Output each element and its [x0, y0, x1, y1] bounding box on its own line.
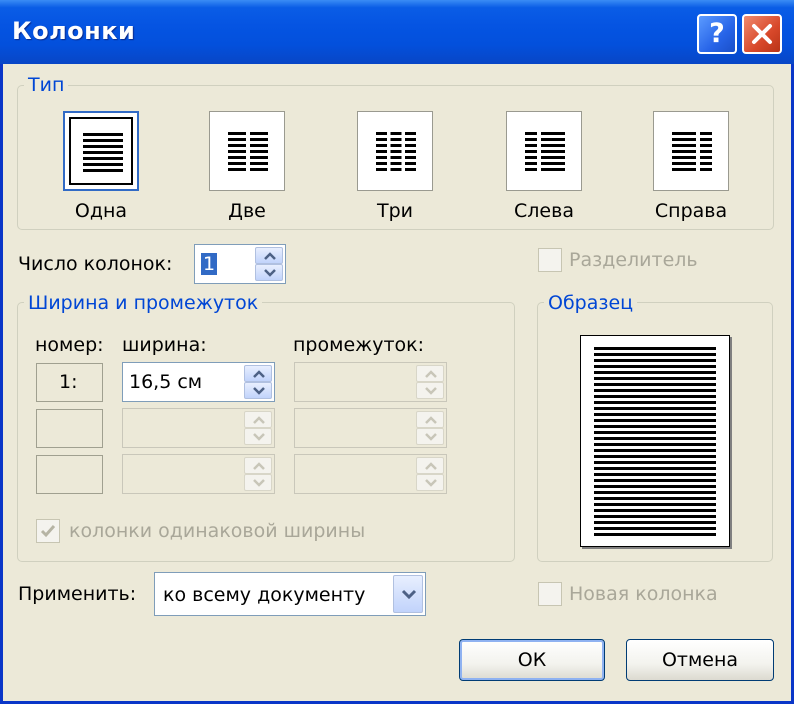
two-columns-icon: [228, 132, 268, 171]
apply-value: ко всему документу: [163, 584, 366, 606]
dialog-title: Колонки: [12, 17, 136, 45]
help-icon: ?: [709, 18, 725, 49]
preview-label: Образец: [544, 292, 638, 314]
cancel-button[interactable]: Отмена: [626, 639, 774, 681]
close-button[interactable]: [742, 14, 782, 54]
spacing-spinner-2[interactable]: [294, 408, 447, 448]
apply-dropdown[interactable]: ко всему документу: [154, 572, 426, 616]
arrow-up-icon: [253, 462, 265, 470]
right-column-icon: [672, 132, 712, 171]
separator-checkbox[interactable]: [538, 248, 562, 272]
arrow-down-icon: [253, 387, 265, 396]
width-1-down[interactable]: [244, 382, 272, 399]
arrow-down-icon: [253, 433, 265, 442]
num-columns-down[interactable]: [255, 264, 283, 281]
width-header: ширина:: [122, 334, 207, 356]
column-number-cell: 1:: [36, 363, 103, 402]
width-spinner-3[interactable]: [122, 454, 275, 494]
type-one-button[interactable]: [63, 111, 139, 191]
type-right-label: Справа: [654, 200, 728, 222]
arrow-down-icon: [425, 387, 437, 396]
type-group-label: Тип: [24, 74, 69, 96]
num-columns-value: 1: [201, 253, 218, 275]
chevron-down-icon: [401, 589, 417, 600]
ok-button[interactable]: ОК: [459, 639, 605, 681]
arrow-up-icon: [425, 416, 437, 424]
one-column-icon: [83, 133, 123, 172]
new-column-label: Новая колонка: [569, 583, 718, 605]
preview-text-lines: [594, 347, 716, 536]
arrow-down-icon: [264, 269, 276, 278]
type-left-button[interactable]: [506, 111, 582, 191]
dropdown-button[interactable]: [393, 575, 423, 613]
arrow-up-icon: [425, 370, 437, 378]
number-header: номер:: [35, 334, 104, 356]
width-spacing-label: Ширина и промежуток: [24, 292, 263, 314]
spacing-header: промежуток:: [293, 334, 425, 356]
arrow-down-icon: [425, 479, 437, 488]
type-two-label: Две: [228, 200, 266, 222]
close-icon: [752, 24, 772, 44]
arrow-up-icon: [264, 252, 276, 260]
arrow-down-icon: [253, 479, 265, 488]
type-three-button[interactable]: [357, 111, 433, 191]
num-columns-spinner[interactable]: 1: [194, 244, 286, 284]
separator-label: Разделитель: [569, 249, 698, 271]
width-spinner-2[interactable]: [122, 408, 275, 448]
title-bar[interactable]: Колонки ?: [0, 0, 794, 64]
width-spinner-1[interactable]: 16,5 см: [122, 362, 275, 402]
spacing-spinner-1[interactable]: [294, 362, 447, 402]
column-number-cell: [36, 455, 103, 494]
arrow-down-icon: [425, 433, 437, 442]
width-1-up[interactable]: [244, 365, 272, 382]
equal-width-label: колонки одинаковой ширины: [69, 520, 366, 542]
help-button[interactable]: ?: [697, 14, 737, 54]
spacing-spinner-3[interactable]: [294, 454, 447, 494]
preview-page: [580, 335, 730, 547]
column-number-cell: [36, 409, 103, 448]
type-one-label: Одна: [74, 200, 128, 222]
arrow-up-icon: [253, 416, 265, 424]
arrow-up-icon: [425, 462, 437, 470]
left-column-icon: [525, 132, 565, 171]
checkmark-icon: [40, 525, 56, 538]
three-columns-icon: [376, 132, 416, 171]
num-columns-label: Число колонок:: [18, 253, 173, 275]
width-value-1: 16,5 см: [129, 371, 203, 393]
apply-label: Применить:: [18, 583, 137, 605]
arrow-up-icon: [253, 370, 265, 378]
type-right-button[interactable]: [653, 111, 729, 191]
new-column-checkbox[interactable]: [538, 582, 562, 606]
equal-width-checkbox[interactable]: [36, 519, 60, 543]
type-left-label: Слева: [514, 200, 574, 222]
type-two-button[interactable]: [209, 111, 285, 191]
type-three-label: Три: [376, 200, 413, 222]
num-columns-up[interactable]: [255, 247, 283, 264]
